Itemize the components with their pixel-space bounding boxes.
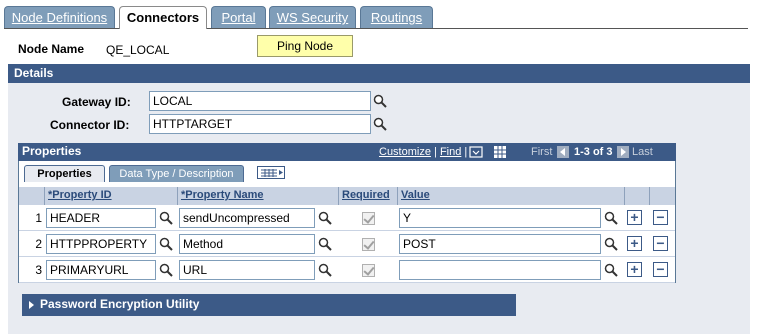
magnifier-icon[interactable] (604, 237, 618, 251)
last-label: Last (632, 146, 653, 158)
property-name-input[interactable]: sendUncompressed (179, 208, 315, 228)
tab-label: Portal (221, 10, 256, 25)
magnifier-icon[interactable] (604, 211, 618, 225)
col-header-add (625, 187, 650, 205)
node-name-value: QE_LOCAL (106, 43, 170, 57)
col-header-value[interactable]: Value (398, 187, 625, 205)
find-link[interactable]: Find (440, 146, 461, 158)
property-id-input[interactable]: HTTPPROPERTY (46, 234, 156, 254)
row-range: 1-3 of 3 (574, 146, 613, 158)
properties-title: Properties (22, 144, 82, 158)
add-row-icon[interactable]: + (627, 210, 642, 225)
add-row-icon[interactable]: + (627, 262, 642, 277)
prev-arrow-icon[interactable] (557, 146, 569, 158)
row-number: 3 (35, 263, 42, 277)
magnifier-icon[interactable] (318, 211, 332, 225)
magnifier-icon[interactable] (373, 117, 387, 131)
col-header-property-name[interactable]: *Property Name (178, 187, 339, 205)
col-header-delete (650, 187, 675, 205)
subtab-data-type-description[interactable]: Data Type / Description (109, 165, 244, 182)
tab-label: Node Definitions (11, 10, 108, 25)
value-input[interactable]: Y (399, 208, 601, 228)
tab-ws-security[interactable]: WS Security (269, 6, 356, 28)
connector-id-input[interactable]: HTTPTARGET (149, 114, 371, 134)
required-checkbox[interactable] (362, 212, 375, 225)
next-arrow-icon[interactable] (617, 146, 629, 158)
col-header-rownum (19, 187, 45, 205)
magnifier-icon[interactable] (318, 263, 332, 277)
gateway-id-input[interactable]: LOCAL (149, 91, 371, 111)
download-icon[interactable] (469, 146, 483, 158)
col-header-property-id[interactable]: *Property ID (45, 187, 178, 205)
ping-node-button[interactable]: Ping Node (257, 35, 353, 57)
tab-underline (4, 28, 748, 29)
magnifier-icon[interactable] (318, 237, 332, 251)
collapse-triangle-icon (29, 301, 34, 309)
value-input[interactable]: POST (399, 234, 601, 254)
tab-portal[interactable]: Portal (211, 6, 266, 28)
delete-row-icon[interactable]: − (653, 262, 668, 277)
row-number: 2 (35, 237, 42, 251)
connector-id-label: Connector ID: (50, 118, 130, 132)
magnifier-icon[interactable] (373, 94, 387, 108)
tab-label: Connectors (126, 10, 200, 25)
password-encryption-utility-section[interactable]: Password Encryption Utility (22, 294, 516, 316)
node-name-label: Node Name (18, 42, 85, 56)
details-header: Details (8, 64, 750, 83)
col-header-required[interactable]: Required (339, 187, 398, 205)
property-id-input[interactable]: HEADER (46, 208, 156, 228)
row-number: 1 (35, 211, 42, 225)
first-label: First (531, 146, 553, 158)
required-checkbox[interactable] (362, 264, 375, 277)
property-name-input[interactable]: URL (179, 260, 315, 280)
properties-grid-header: Properties Customize | Find | First 1-3 … (18, 143, 676, 161)
customize-link[interactable]: Customize (379, 146, 431, 158)
property-id-input[interactable]: PRIMARYURL (46, 260, 156, 280)
expand-grid-icon[interactable] (257, 166, 285, 179)
magnifier-icon[interactable] (159, 237, 173, 251)
delete-row-icon[interactable]: − (653, 210, 668, 225)
password-encryption-title: Password Encryption Utility (40, 297, 200, 311)
delete-row-icon[interactable]: − (653, 236, 668, 251)
magnifier-icon[interactable] (159, 263, 173, 277)
tab-label: Routings (370, 10, 423, 25)
subtab-properties[interactable]: Properties (24, 165, 105, 182)
magnifier-icon[interactable] (159, 211, 173, 225)
required-checkbox[interactable] (362, 238, 375, 251)
tab-label: WS Security (276, 10, 349, 25)
add-row-icon[interactable]: + (627, 236, 642, 251)
tab-connectors[interactable]: Connectors (119, 6, 207, 29)
property-name-input[interactable]: Method (179, 234, 315, 254)
tab-node-definitions[interactable]: Node Definitions (4, 6, 115, 28)
gateway-id-label: Gateway ID: (62, 95, 131, 109)
value-input[interactable] (399, 260, 601, 280)
magnifier-icon[interactable] (604, 263, 618, 277)
tab-routings[interactable]: Routings (360, 6, 433, 28)
grid-icon[interactable] (494, 146, 506, 158)
